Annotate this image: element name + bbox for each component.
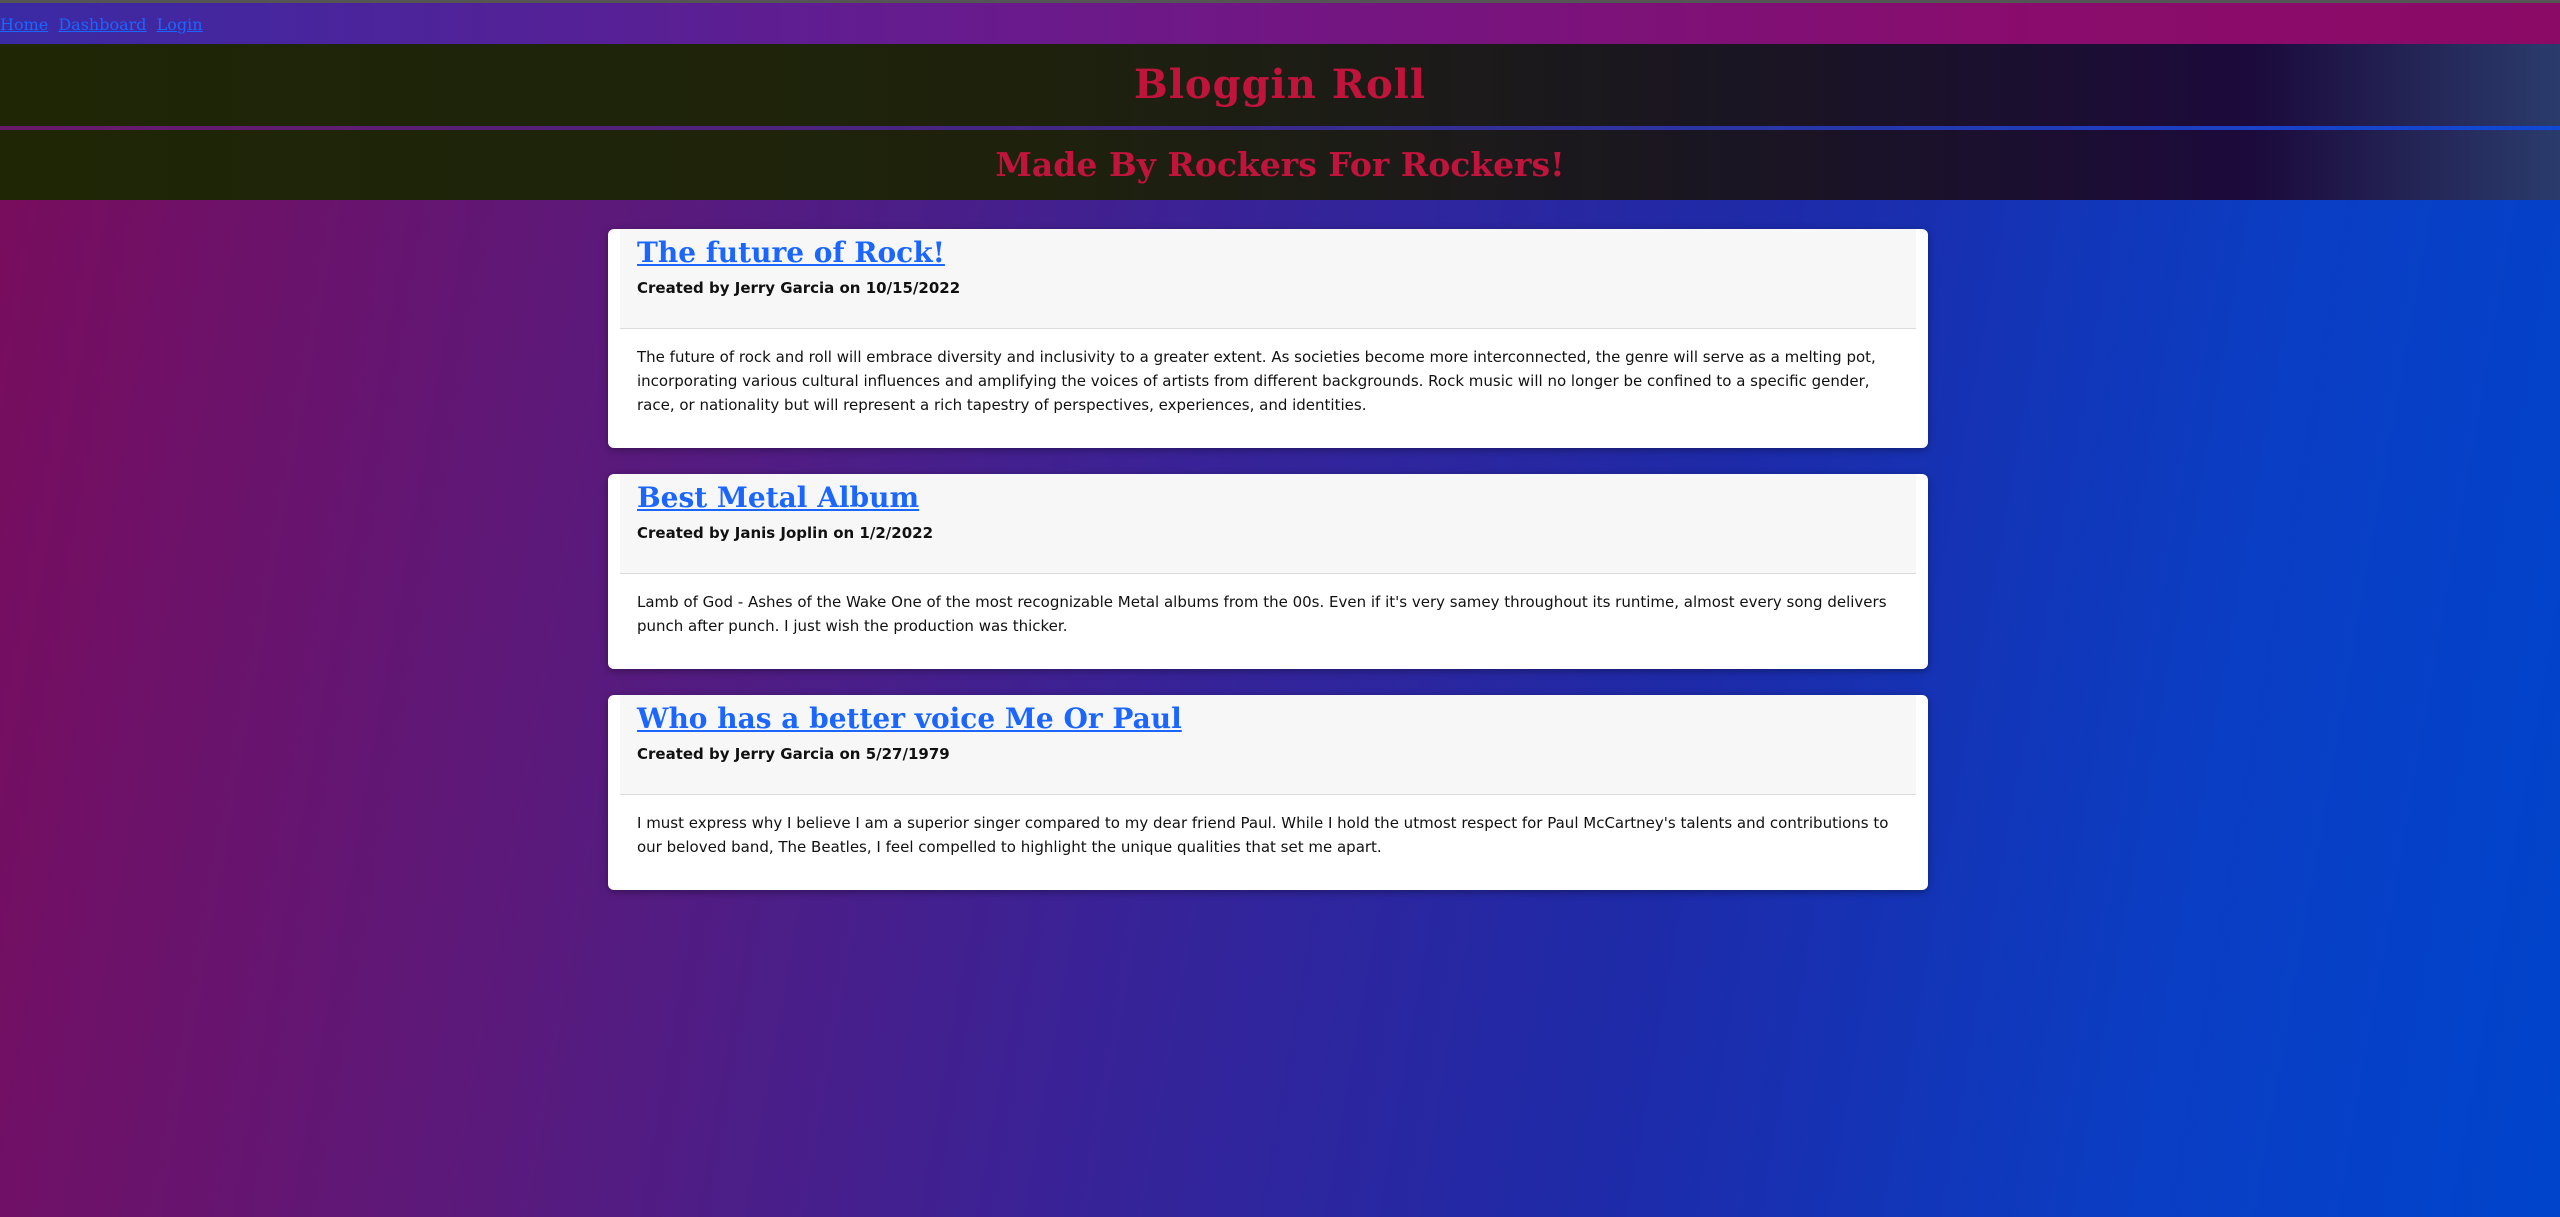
post-card: The future of Rock! Created by Jerry Gar… [608,229,1928,448]
nav-login-link[interactable]: Login [157,15,203,34]
site-title: Bloggin Roll [1133,61,1427,108]
post-body: The future of rock and roll will embrace… [637,348,1876,414]
post-title-link[interactable]: The future of Rock! [637,235,945,271]
post-card-header: Best Metal Album Created by Janis Joplin… [620,474,1916,574]
post-card: Best Metal Album Created by Janis Joplin… [608,474,1928,669]
post-meta: Created by Jerry Garcia on 10/15/2022 [637,279,961,297]
post-meta: Created by Janis Joplin on 1/2/2022 [637,524,934,542]
post-title-link[interactable]: Best Metal Album [637,480,919,516]
post-body: Lamb of God - Ashes of the Wake One of t… [637,593,1887,635]
top-nav-bar: Home Dashboard Login [0,0,2560,44]
post-card: Who has a better voice Me Or Paul Create… [608,695,1928,890]
post-title-link[interactable]: Who has a better voice Me Or Paul [637,701,1182,737]
post-meta: Created by Jerry Garcia on 5/27/1979 [637,745,950,763]
site-title-banner: Bloggin Roll [0,44,2560,126]
post-card-header: The future of Rock! Created by Jerry Gar… [620,229,1916,329]
post-card-header: Who has a better voice Me Or Paul Create… [620,695,1916,795]
post-body: I must express why I believe I am a supe… [637,814,1889,856]
site-subtitle: Made By Rockers For Rockers! [995,145,1565,184]
nav-dashboard-link[interactable]: Dashboard [58,15,146,34]
nav-home-link[interactable]: Home [0,15,48,34]
nav-links: Home Dashboard Login [0,15,208,34]
site-subtitle-banner: Made By Rockers For Rockers! [0,126,2560,200]
